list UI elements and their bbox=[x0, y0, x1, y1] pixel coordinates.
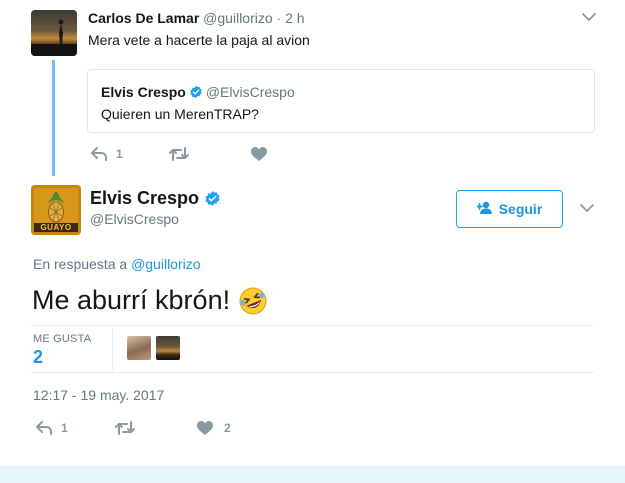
liker-avatar[interactable] bbox=[156, 336, 180, 360]
tweet-timestamp[interactable]: 12:17 - 19 may. 2017 bbox=[33, 387, 164, 403]
main-like-action[interactable]: 2 bbox=[196, 420, 231, 436]
parent-retweet-action[interactable] bbox=[168, 146, 190, 162]
reply-icon bbox=[35, 420, 53, 436]
main-tweet-text-row: Me aburrí kbrón! bbox=[32, 285, 268, 316]
follow-button[interactable]: Seguir bbox=[456, 190, 563, 228]
thread-line bbox=[52, 60, 55, 176]
reply-to-link[interactable]: @guillorizo bbox=[131, 256, 200, 272]
reply-icon bbox=[90, 146, 108, 162]
avatar-text: GUAYO bbox=[40, 223, 72, 232]
main-retweet-action[interactable] bbox=[114, 420, 136, 436]
reply-context-prefix: En respuesta a bbox=[33, 256, 132, 272]
liker-avatar[interactable] bbox=[127, 336, 151, 360]
heart-icon bbox=[250, 146, 268, 162]
quoted-tweet-text: Quieren un MerenTRAP? bbox=[101, 106, 259, 122]
parent-reply-count: 1 bbox=[116, 147, 123, 161]
verified-badge-icon bbox=[189, 85, 203, 99]
quoted-author-handle: @ElvisCrespo bbox=[205, 84, 295, 100]
quoted-tweet-card[interactable]: Elvis Crespo @ElvisCrespo Quieren un Mer… bbox=[87, 69, 595, 133]
likes-separator bbox=[112, 328, 113, 370]
retweet-icon bbox=[114, 420, 136, 436]
likes-count[interactable]: 2 bbox=[33, 347, 43, 368]
main-tweet-text: Me aburrí kbrón! bbox=[32, 285, 231, 315]
reply-box-area[interactable] bbox=[0, 466, 625, 483]
parent-author-handle[interactable]: @guillorizo · 2 h bbox=[203, 10, 304, 26]
likes-label[interactable]: ME GUSTA bbox=[33, 333, 91, 345]
main-reply-action[interactable]: 1 bbox=[35, 420, 68, 436]
main-like-count: 2 bbox=[224, 421, 231, 435]
main-author-name[interactable]: Elvis Crespo bbox=[90, 188, 199, 209]
verified-badge-icon bbox=[204, 190, 221, 207]
parent-tweet-text: Mera vete a hacerte la paja al avion bbox=[88, 32, 310, 48]
main-chevron-down-icon[interactable] bbox=[578, 199, 596, 217]
parent-reply-action[interactable]: 1 bbox=[90, 146, 123, 162]
heart-icon bbox=[196, 420, 214, 436]
divider-bottom bbox=[31, 372, 594, 373]
reply-context: En respuesta a @guillorizo bbox=[33, 256, 201, 272]
parent-avatar[interactable] bbox=[31, 10, 77, 56]
rofl-emoji-icon bbox=[238, 286, 268, 316]
divider-top bbox=[31, 325, 594, 326]
main-reply-count: 1 bbox=[61, 421, 68, 435]
main-author-handle[interactable]: @ElvisCrespo bbox=[90, 211, 179, 227]
parent-author-name[interactable]: Carlos De Lamar bbox=[88, 10, 199, 26]
parent-like-action[interactable] bbox=[250, 146, 268, 162]
main-author[interactable]: Elvis Crespo bbox=[90, 188, 221, 209]
main-avatar[interactable]: GUAYO bbox=[31, 185, 81, 235]
parent-author[interactable]: Carlos De Lamar @guillorizo · 2 h bbox=[88, 10, 305, 26]
add-user-icon bbox=[475, 201, 499, 218]
quoted-author-name: Elvis Crespo bbox=[101, 84, 186, 100]
follow-button-label: Seguir bbox=[498, 201, 543, 217]
parent-chevron-down-icon[interactable] bbox=[580, 8, 598, 26]
retweet-icon bbox=[168, 146, 190, 162]
quoted-author: Elvis Crespo @ElvisCrespo bbox=[101, 84, 295, 100]
